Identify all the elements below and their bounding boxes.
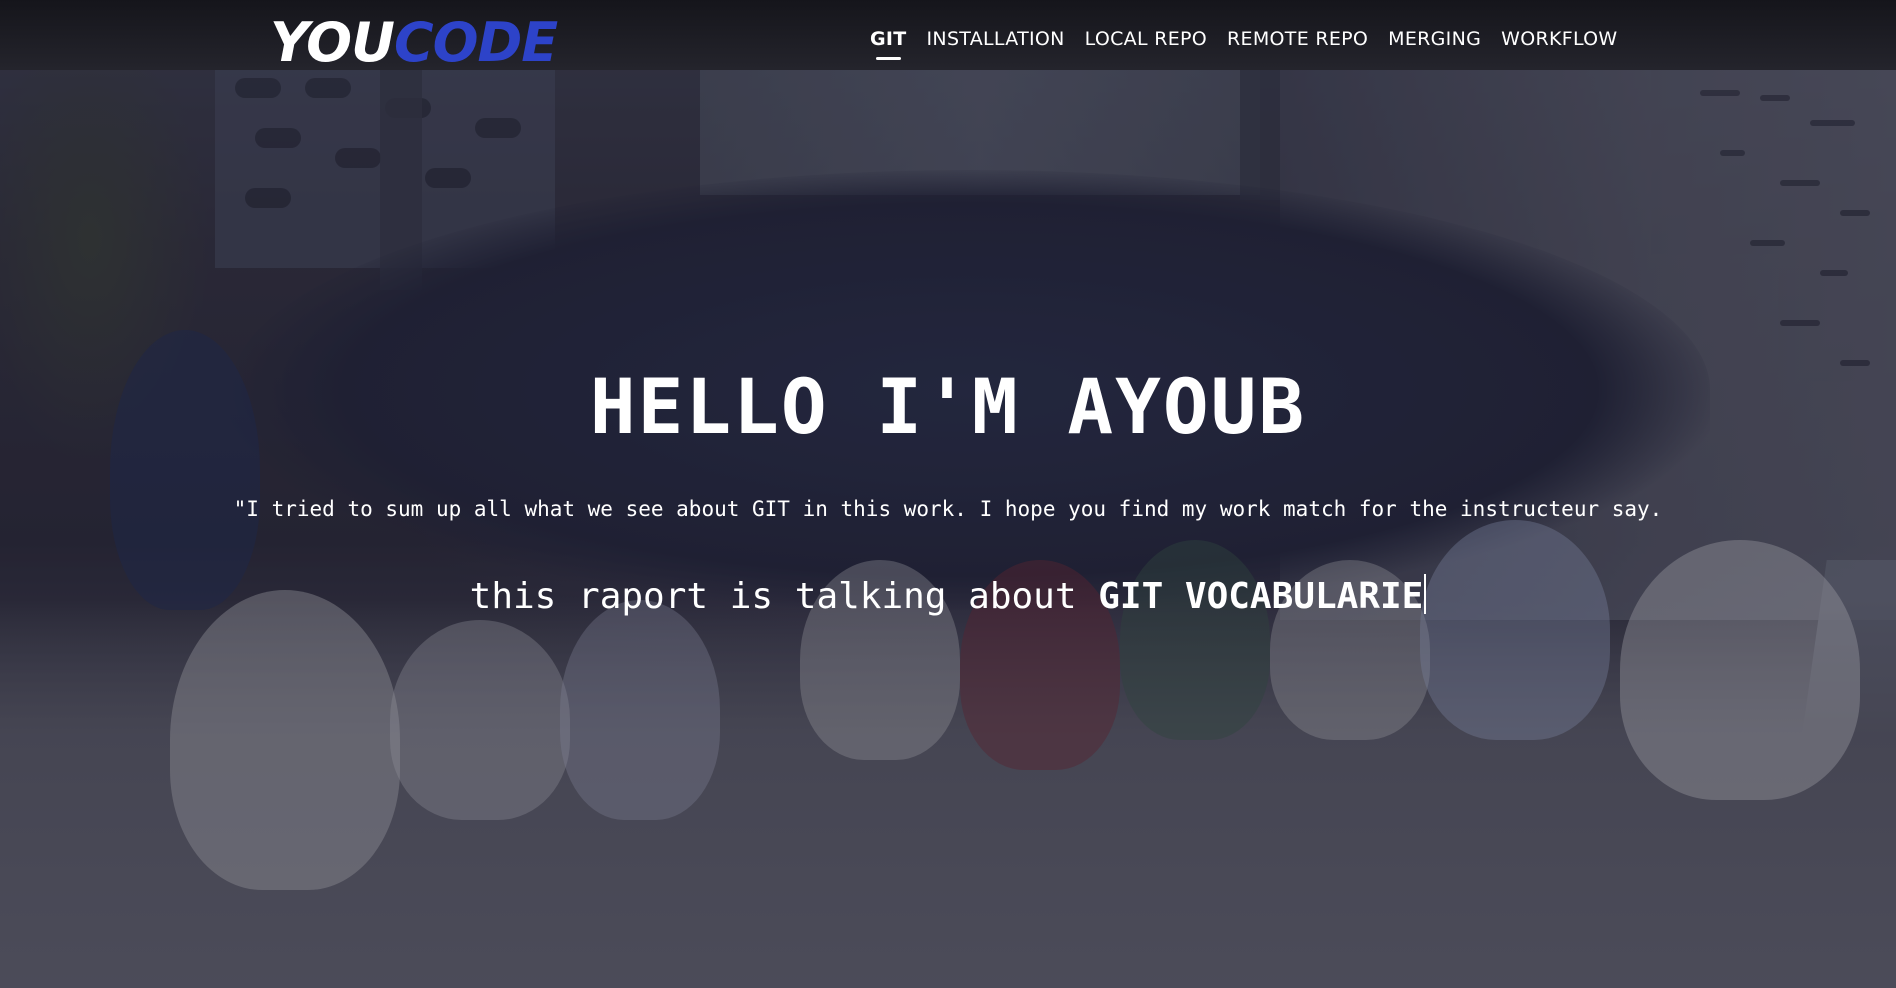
typing-cursor [1424, 574, 1427, 614]
nav-git[interactable]: GIT [870, 28, 907, 60]
logo-you: YOU [270, 11, 395, 74]
nav-remote-repo[interactable]: REMOTE REPO [1227, 28, 1368, 60]
logo-code: CODE [393, 11, 558, 74]
hero-quote: "I tried to sum up all what we see about… [233, 497, 1663, 521]
nav-merging[interactable]: MERGING [1388, 28, 1481, 60]
nav-local-repo[interactable]: LOCAL REPO [1085, 28, 1207, 60]
typed-word: GIT VOCABULARIE [1098, 576, 1424, 617]
nav-installation[interactable]: INSTALLATION [927, 28, 1065, 60]
main-nav: GIT INSTALLATION LOCAL REPO REMOTE REPO … [870, 28, 1618, 60]
hero-section: YOUCODE GIT INSTALLATION LOCAL REPO REMO… [0, 0, 1896, 988]
hero-title: HELLO I'M AYOUB [589, 362, 1307, 451]
typed-prefix: this raport is talking about [469, 576, 1077, 617]
youcode-logo[interactable]: YOUCODE [270, 8, 558, 78]
dark-overlay [0, 0, 1896, 988]
typed-line: this raport is talking about GIT VOCABUL… [0, 574, 1896, 617]
nav-workflow[interactable]: WORKFLOW [1501, 28, 1617, 60]
top-navbar: YOUCODE GIT INSTALLATION LOCAL REPO REMO… [0, 0, 1896, 84]
